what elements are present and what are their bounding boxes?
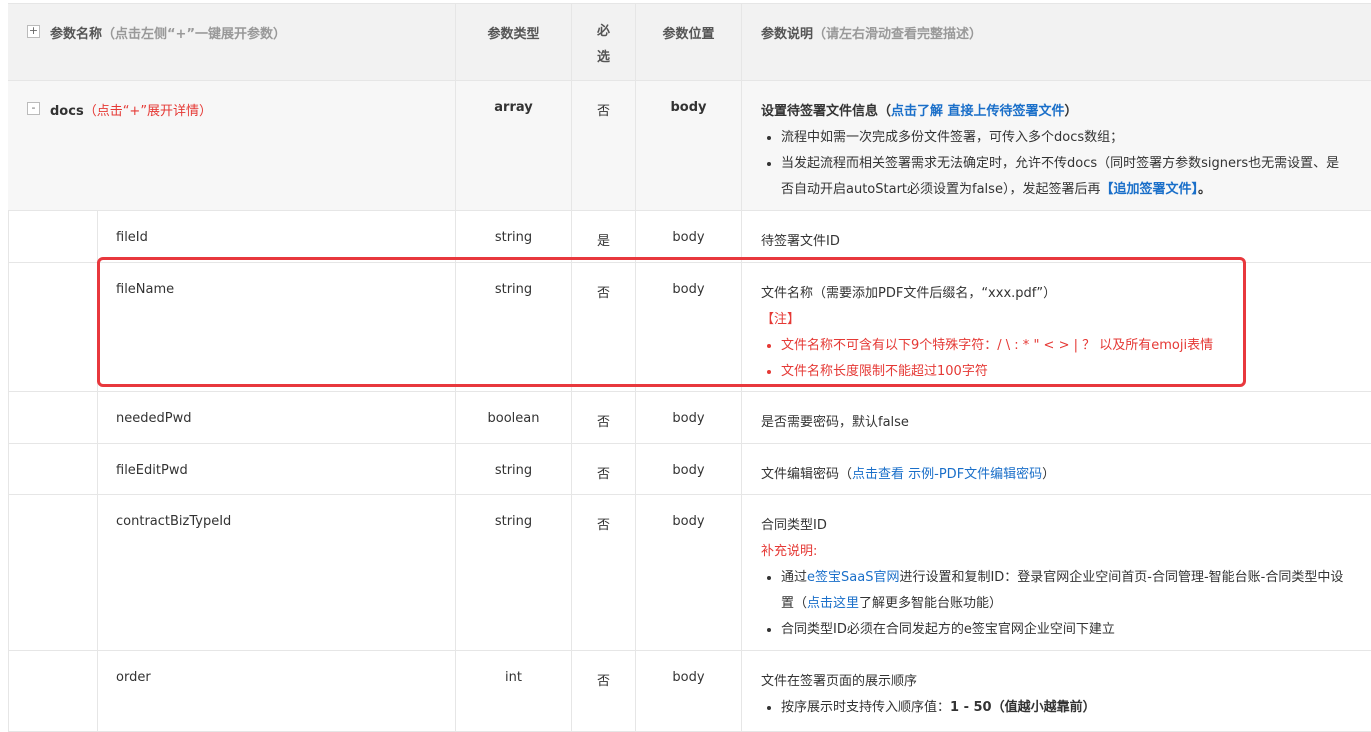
docs-type: array [494,100,533,115]
docs-expand-hint[interactable]: （点击“+”展开详情） [84,104,212,119]
param-type: string [494,514,533,529]
click-here-link[interactable]: 点击这里 [807,596,859,611]
header-desc-cell: 参数说明（请左右滑动查看完整描述） [741,4,1371,80]
param-row-docs: - docs（点击“+”展开详情） array 否 body 设置待签署文件信息… [8,81,1371,211]
header-type-label: 参数类型 [487,27,540,42]
header-name-label: 参数名称 [50,27,103,42]
edit-pwd-example-link[interactable]: 点击查看 示例-PDF文件编辑密码 [852,467,1042,482]
param-type: boolean [487,411,540,426]
param-type: string [494,463,533,478]
param-required: 否 [596,674,610,689]
param-desc: 待签署文件ID [761,234,840,249]
param-name: neededPwd [116,411,192,426]
params-table: + 参数名称（点击左侧“+”一键展开参数） 参数类型 必 选 参数位置 参数说明… [8,3,1371,732]
param-position: body [672,463,705,478]
header-required-label-1: 必 [596,24,610,39]
param-row-contractBizTypeId: contractBizTypeId string 否 body 合同类型ID 补… [8,495,1371,651]
docs-desc-cell: 设置待签署文件信息（点击了解 直接上传待签署文件） 流程中如需一次完成多份文件签… [741,81,1371,210]
param-name: fileName [116,282,175,297]
param-required: 否 [596,518,610,533]
note-bullet-1: 通过e签宝SaaS官网进行设置和复制ID：登录官网企业空间首页-合同管理-智能台… [781,565,1351,617]
docs-upload-link[interactable]: 点击了解 直接上传待签署文件 [891,104,1065,119]
param-desc: 合同类型ID [761,518,827,533]
expand-all-toggle[interactable]: + [27,25,40,38]
param-desc: 文件在签署页面的展示顺序 [761,674,918,689]
collapse-docs-toggle[interactable]: - [27,102,40,115]
param-required: 否 [596,467,610,482]
param-name: order [116,670,151,685]
note-bullet-2: 合同类型ID必须在合同发起方的e签宝官网企业空间下建立 [781,617,1351,643]
param-row-fileEditPwd: fileEditPwd string 否 body 文件编辑密码（点击查看 示例… [8,444,1371,495]
param-position: body [672,282,705,297]
param-name: contractBizTypeId [116,514,232,529]
docs-param-name: docs [50,104,84,119]
docs-name-cell: - docs（点击“+”展开详情） [8,81,455,210]
param-position: body [672,514,705,529]
docs-position: body [670,100,707,115]
desc-bullet-1: 按序展示时支持传入顺序值：1 - 50（值越小越靠前） [781,695,1351,721]
header-required-label-2: 选 [596,50,610,65]
param-name: fileId [116,230,148,245]
param-position: body [672,411,705,426]
param-position: body [672,230,705,245]
header-desc-label: 参数说明 [761,27,814,42]
param-required: 是 [596,234,610,249]
param-position: body [672,670,705,685]
param-type: string [494,282,533,297]
param-desc: 文件名称（需要添加PDF文件后缀名，“xxx.pdf”） [761,286,1057,301]
param-type: string [494,230,533,245]
header-position-label: 参数位置 [662,27,715,42]
header-name-cell: + 参数名称（点击左侧“+”一键展开参数） [8,4,455,80]
docs-desc-bullet-2: 当发起流程而相关签署需求无法确定时，允许不传docs（同时签署方参数signer… [781,151,1351,203]
header-position-cell: 参数位置 [635,4,741,80]
header-required-cell: 必 选 [571,4,635,80]
table-header: + 参数名称（点击左侧“+”一键展开参数） 参数类型 必 选 参数位置 参数说明… [8,3,1371,81]
header-name-hint: （点击左侧“+”一键展开参数） [102,27,286,42]
param-row-fileId: fileId string 是 body 待签署文件ID [8,211,1371,263]
param-required: 否 [596,415,610,430]
param-desc: 文件编辑密码（ [761,467,853,482]
param-row-order: order int 否 body 文件在签署页面的展示顺序 按序展示时支持传入顺… [8,651,1371,732]
note-bullet-1: 文件名称不可含有以下9个特殊字符：/ \ : * " < > | ？ 以及所有e… [781,333,1351,359]
note-title: 【注】 [761,312,801,327]
header-desc-hint: （请左右滑动查看完整描述） [813,27,983,42]
docs-desc-title: 设置待签署文件信息（ [761,104,892,119]
docs-required: 否 [596,104,610,119]
param-desc: 是否需要密码，默认false [761,415,909,430]
param-name: fileEditPwd [116,463,188,478]
param-type: int [505,670,522,685]
docs-desc-bullet-1: 流程中如需一次完成多份文件签署，可传入多个docs数组； [781,125,1351,151]
param-row-neededPwd: neededPwd boolean 否 body 是否需要密码，默认false [8,392,1371,444]
add-sign-file-link[interactable]: 【追加签署文件】 [1100,182,1198,197]
param-required: 否 [596,286,610,301]
header-type-cell: 参数类型 [455,4,571,80]
esign-saas-link[interactable]: e签宝SaaS官网 [807,570,899,585]
note-title: 补充说明: [761,544,818,559]
param-row-fileName: fileName string 否 body 文件名称（需要添加PDF文件后缀名… [8,263,1371,392]
note-bullet-2: 文件名称长度限制不能超过100字符 [781,359,1351,385]
